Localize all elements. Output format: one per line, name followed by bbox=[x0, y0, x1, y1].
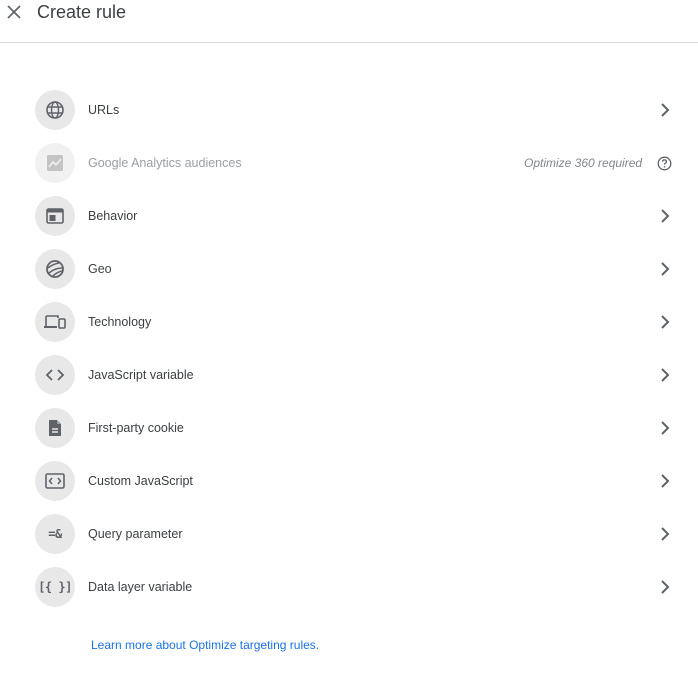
rule-item-javascript-variable[interactable]: JavaScript variable bbox=[0, 349, 698, 402]
close-button[interactable] bbox=[4, 2, 24, 22]
globe-icon bbox=[35, 90, 75, 130]
data-layer-glyph: [{ }] bbox=[38, 580, 72, 594]
chevron-right-icon bbox=[658, 527, 672, 541]
rule-item-label: Geo bbox=[88, 262, 112, 276]
rule-item-label: JavaScript variable bbox=[88, 368, 194, 382]
earth-icon bbox=[35, 249, 75, 289]
rule-item-label: Data layer variable bbox=[88, 580, 193, 594]
chevron-right-icon bbox=[658, 103, 672, 117]
page-title: Create rule bbox=[37, 2, 127, 22]
chevron-right-icon bbox=[658, 368, 672, 382]
chevron-right-icon bbox=[658, 209, 672, 223]
rule-item-data-layer-variable[interactable]: [{ }] Data layer variable bbox=[0, 561, 698, 614]
rule-item-query-parameter[interactable]: =& Query parameter bbox=[0, 508, 698, 561]
devices-icon bbox=[35, 302, 75, 342]
rule-item-technology[interactable]: Technology bbox=[0, 296, 698, 349]
chevron-right-icon bbox=[658, 421, 672, 435]
browser-window-icon bbox=[35, 196, 75, 236]
document-icon bbox=[35, 408, 75, 448]
rule-item-label: Custom JavaScript bbox=[88, 474, 193, 488]
chevron-right-icon bbox=[658, 474, 672, 488]
rule-item-label: First-party cookie bbox=[88, 421, 184, 435]
data-layer-icon: [{ }] bbox=[35, 567, 75, 607]
close-icon bbox=[7, 5, 21, 19]
rule-item-ga-audiences: Google Analytics audiences Optimize 360 … bbox=[0, 137, 698, 190]
rule-type-list: URLs Google Analytics audiences Optimize… bbox=[0, 84, 698, 614]
learn-more-link[interactable]: Learn more about Optimize targeting rule… bbox=[91, 638, 319, 652]
rule-item-label: Google Analytics audiences bbox=[88, 156, 242, 170]
rule-item-geo[interactable]: Geo bbox=[0, 243, 698, 296]
query-param-glyph: =& bbox=[48, 527, 62, 541]
rule-item-label: URLs bbox=[88, 103, 120, 117]
rule-item-first-party-cookie[interactable]: First-party cookie bbox=[0, 402, 698, 455]
dialog-header: Create rule bbox=[0, 0, 698, 43]
rule-item-custom-javascript[interactable]: Custom JavaScript bbox=[0, 455, 698, 508]
rule-item-behavior[interactable]: Behavior bbox=[0, 190, 698, 243]
trending-chart-icon bbox=[35, 143, 75, 183]
help-circle-icon[interactable] bbox=[657, 156, 672, 171]
rule-item-label: Behavior bbox=[88, 209, 138, 223]
code-brackets-icon bbox=[35, 355, 75, 395]
optimize-360-required-note: Optimize 360 required bbox=[524, 156, 643, 170]
chevron-right-icon bbox=[658, 580, 672, 594]
rule-item-urls[interactable]: URLs bbox=[0, 84, 698, 137]
chevron-right-icon bbox=[658, 315, 672, 329]
chevron-right-icon bbox=[658, 262, 672, 276]
query-param-icon: =& bbox=[35, 514, 75, 554]
custom-script-icon bbox=[35, 461, 75, 501]
rule-item-label: Technology bbox=[88, 315, 152, 329]
rule-item-label: Query parameter bbox=[88, 527, 183, 541]
